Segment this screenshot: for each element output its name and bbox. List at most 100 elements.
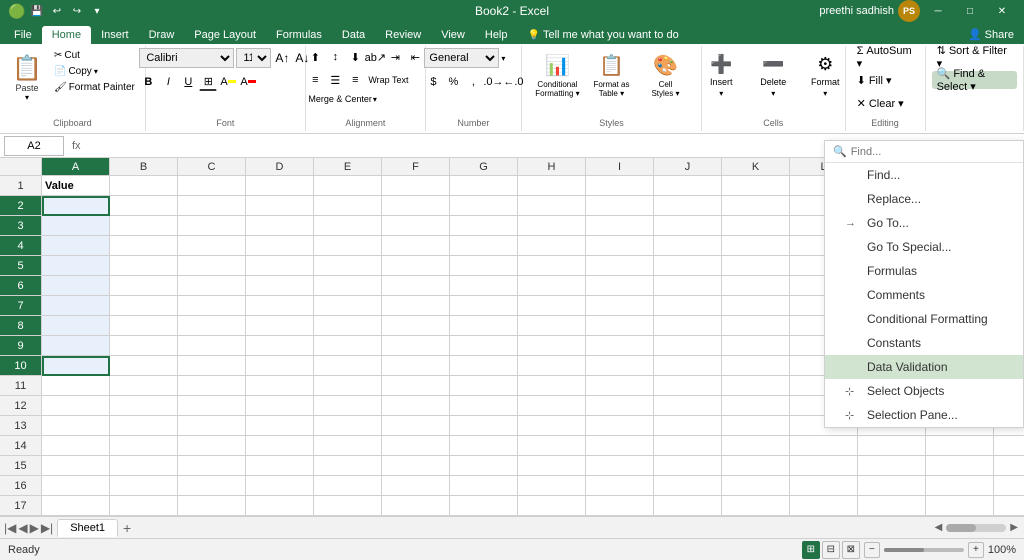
orientation-button[interactable]: ab↗ [366, 48, 384, 66]
cell-k1[interactable] [722, 176, 790, 196]
cell-b5[interactable] [110, 256, 178, 276]
cell-h8[interactable] [518, 316, 586, 336]
cell-j16[interactable] [654, 476, 722, 496]
percent-button[interactable]: % [444, 73, 462, 91]
normal-view-button[interactable]: ⊞ [802, 541, 820, 559]
cell-f15[interactable] [382, 456, 450, 476]
cell-j1[interactable] [654, 176, 722, 196]
increase-font-button[interactable]: A↑ [273, 49, 291, 67]
cell-d6[interactable] [246, 276, 314, 296]
cell-d3[interactable] [246, 216, 314, 236]
cell-d17[interactable] [246, 496, 314, 516]
row-header-1[interactable]: 1 [0, 176, 42, 196]
row-header-12[interactable]: 12 [0, 396, 42, 416]
zoom-out-button[interactable]: − [864, 542, 880, 558]
cell-h15[interactable] [518, 456, 586, 476]
cell-a10[interactable] [42, 356, 110, 376]
cell-a17[interactable] [42, 496, 110, 516]
cell-e16[interactable] [314, 476, 382, 496]
cell-h5[interactable] [518, 256, 586, 276]
cell-c5[interactable] [178, 256, 246, 276]
cell-g15[interactable] [450, 456, 518, 476]
align-middle-button[interactable]: ↕ [326, 48, 344, 66]
cell-d5[interactable] [246, 256, 314, 276]
col-header-e[interactable]: E [314, 158, 382, 175]
cell-f3[interactable] [382, 216, 450, 236]
cell-f7[interactable] [382, 296, 450, 316]
cell-d1[interactable] [246, 176, 314, 196]
cell-o14[interactable] [994, 436, 1024, 456]
scroll-left-icon[interactable]: ◀ [935, 522, 943, 533]
share-button[interactable]: 👤Share [958, 25, 1024, 44]
row-header-15[interactable]: 15 [0, 456, 42, 476]
cell-f4[interactable] [382, 236, 450, 256]
tab-insert[interactable]: Insert [91, 26, 139, 44]
col-header-i[interactable]: I [586, 158, 654, 175]
cell-j6[interactable] [654, 276, 722, 296]
wrap-text-button[interactable]: Wrap Text [366, 75, 410, 85]
cell-f5[interactable] [382, 256, 450, 276]
cell-a4[interactable] [42, 236, 110, 256]
cell-g11[interactable] [450, 376, 518, 396]
menu-item-select-objects[interactable]: ⊹ Select Objects [825, 379, 1023, 403]
row-header-11[interactable]: 11 [0, 376, 42, 396]
cell-f2[interactable] [382, 196, 450, 216]
menu-item-comments[interactable]: Comments [825, 283, 1023, 307]
minimize-button[interactable]: ─ [924, 0, 952, 22]
cell-j15[interactable] [654, 456, 722, 476]
cell-i13[interactable] [586, 416, 654, 436]
number-format-select[interactable]: General [424, 48, 499, 68]
cell-c1[interactable] [178, 176, 246, 196]
cell-a3[interactable] [42, 216, 110, 236]
cell-b17[interactable] [110, 496, 178, 516]
format-painter-button[interactable]: 🖌Format Painter [50, 80, 139, 95]
cell-i11[interactable] [586, 376, 654, 396]
row-header-4[interactable]: 4 [0, 236, 42, 256]
align-top-button[interactable]: ⬆ [306, 48, 324, 66]
cell-i8[interactable] [586, 316, 654, 336]
cell-g1[interactable] [450, 176, 518, 196]
cell-e1[interactable] [314, 176, 382, 196]
cell-l15[interactable] [790, 456, 858, 476]
delete-cells-button[interactable]: ➖ Delete ▾ [748, 48, 798, 103]
cell-e9[interactable] [314, 336, 382, 356]
cell-o16[interactable] [994, 476, 1024, 496]
cell-f8[interactable] [382, 316, 450, 336]
indent-increase-button[interactable]: ⇥ [386, 48, 404, 66]
cell-styles-button[interactable]: 🎨 CellStyles ▾ [640, 48, 690, 103]
underline-button[interactable]: U [179, 73, 197, 91]
row-header-14[interactable]: 14 [0, 436, 42, 456]
menu-item-data-validation[interactable]: Data Validation [825, 355, 1023, 379]
cell-f1[interactable] [382, 176, 450, 196]
cell-a7[interactable] [42, 296, 110, 316]
cell-g9[interactable] [450, 336, 518, 356]
cell-c13[interactable] [178, 416, 246, 436]
tab-formulas[interactable]: Formulas [266, 26, 332, 44]
sheet-nav-next[interactable]: ▶ [30, 521, 39, 535]
decrease-decimal-button[interactable]: ←.0 [504, 73, 522, 91]
cell-a1[interactable]: Value [42, 176, 110, 196]
cell-i1[interactable] [586, 176, 654, 196]
cell-k13[interactable] [722, 416, 790, 436]
cell-j12[interactable] [654, 396, 722, 416]
format-as-table-button[interactable]: 📋 Format asTable ▾ [586, 48, 636, 103]
menu-search-input[interactable] [851, 146, 1015, 158]
cell-g10[interactable] [450, 356, 518, 376]
clear-button[interactable]: ✕ Clear ▾ [852, 94, 909, 112]
add-sheet-button[interactable]: + [118, 519, 136, 537]
cell-b4[interactable] [110, 236, 178, 256]
cell-a9[interactable] [42, 336, 110, 356]
page-break-view-button[interactable]: ⊠ [842, 541, 860, 559]
customize-qa-button[interactable]: ▾ [88, 2, 106, 20]
cell-f16[interactable] [382, 476, 450, 496]
cell-b14[interactable] [110, 436, 178, 456]
indent-decrease-button[interactable]: ⇤ [406, 48, 424, 66]
cell-f17[interactable] [382, 496, 450, 516]
cell-g17[interactable] [450, 496, 518, 516]
cell-b2[interactable] [110, 196, 178, 216]
cell-j13[interactable] [654, 416, 722, 436]
cell-f10[interactable] [382, 356, 450, 376]
zoom-in-button[interactable]: + [968, 542, 984, 558]
tab-draw[interactable]: Draw [139, 26, 185, 44]
cell-k10[interactable] [722, 356, 790, 376]
